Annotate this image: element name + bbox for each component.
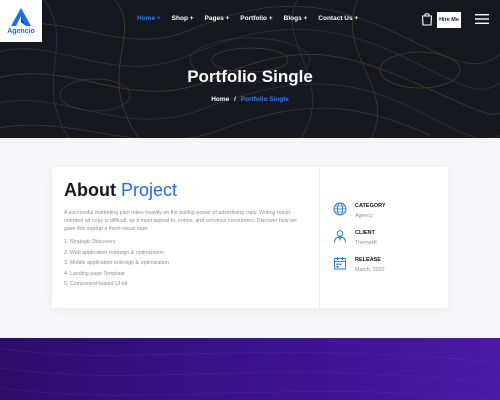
- category-value: Agency: [355, 213, 373, 219]
- client-label: CLIENT: [355, 230, 375, 236]
- client-value: ThemeHt: [355, 240, 377, 246]
- list-item: 3. Mobile application redesign & optimiz…: [64, 260, 169, 266]
- brand-logo[interactable]: Agencio: [0, 0, 42, 42]
- meta-client: CLIENT ThemeHt: [333, 228, 443, 254]
- nav-portfolio[interactable]: Portfolio +: [240, 15, 272, 22]
- nav-home[interactable]: Home +: [137, 15, 161, 22]
- project-section: About Project A successful marketing pla…: [0, 138, 500, 338]
- page-header: Agencio Home + Shop + Pages + Portfolio …: [0, 0, 500, 138]
- column-divider: [319, 167, 320, 308]
- hire-me-button[interactable]: Hire Me: [437, 12, 461, 28]
- hamburger-menu-icon[interactable]: [475, 13, 489, 25]
- about-heading-main: About: [64, 180, 116, 200]
- calendar-icon: [334, 257, 346, 270]
- list-item: 1. Strategic Discovery: [64, 239, 116, 245]
- breadcrumb-home[interactable]: Home: [211, 96, 229, 103]
- brand-name: Agencio: [7, 28, 35, 35]
- about-heading: About Project: [64, 180, 177, 201]
- shopping-bag-icon[interactable]: [421, 12, 433, 26]
- meta-release: RELEASE March, 2020: [333, 255, 443, 281]
- globe-icon: [333, 202, 347, 216]
- decorative-lines: [0, 347, 500, 400]
- breadcrumb-current: Portfolio Single: [240, 96, 289, 103]
- breadcrumb-separator: /: [234, 96, 236, 103]
- nav-contact[interactable]: Contact Us +: [318, 15, 358, 22]
- about-heading-accent: Project: [121, 180, 178, 200]
- about-description: A successful marketing plan relies heavi…: [64, 210, 297, 232]
- nav-shop[interactable]: Shop +: [172, 15, 194, 22]
- list-item: 5. Component-based UI-kit: [64, 281, 128, 287]
- logo-a-icon: [11, 8, 31, 26]
- release-value: March, 2020: [355, 267, 385, 273]
- page-title: Portfolio Single: [187, 67, 313, 86]
- feature-list: 1. Strategic Discovery 2. Web applicatio…: [64, 239, 169, 292]
- nav-blogs[interactable]: Blogs +: [284, 15, 308, 22]
- gradient-footer-band: [0, 338, 500, 400]
- list-item: 4. Landing page Template: [64, 270, 125, 277]
- main-nav: Home + Shop + Pages + Portfolio + Blogs …: [137, 15, 358, 22]
- breadcrumb: Home / Portfolio Single: [0, 96, 500, 103]
- project-card: About Project A successful marketing pla…: [52, 167, 448, 308]
- category-label: CATEGORY: [355, 203, 386, 209]
- meta-category: CATEGORY Agency: [333, 201, 443, 227]
- release-label: RELEASE: [355, 257, 381, 263]
- client-icon: [334, 230, 346, 243]
- nav-pages[interactable]: Pages +: [205, 15, 230, 22]
- list-item: 2. Web application redesign & optimizati…: [64, 249, 165, 256]
